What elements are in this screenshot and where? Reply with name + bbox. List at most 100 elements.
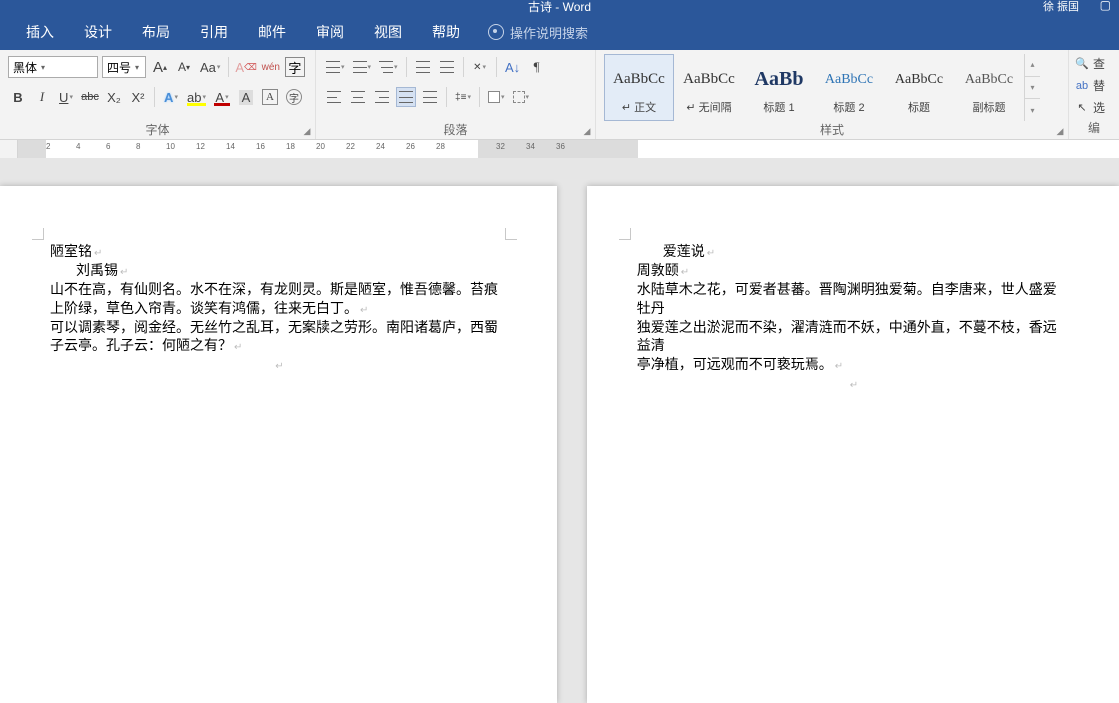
font-dialog-launcher[interactable]: ◢: [301, 125, 313, 137]
change-case-button[interactable]: Aa▾: [198, 57, 222, 77]
asian-layout-button[interactable]: ✕▾: [470, 57, 490, 77]
superscript-button[interactable]: X²: [128, 87, 148, 107]
style-preview-label: AaBbCc: [613, 61, 665, 99]
separator: [463, 57, 464, 77]
text-effects-button[interactable]: A▾: [161, 87, 181, 107]
align-right-button[interactable]: [372, 87, 392, 107]
font-color-button[interactable]: A▾: [212, 87, 232, 107]
margin-corner-icon: [505, 228, 517, 240]
horizontal-ruler[interactable]: 246810121416182022242628323436: [18, 140, 1119, 158]
page-2-content[interactable]: 爱莲说↵ 周敦颐↵ 水陆草木之花，可爱者甚蕃。晋陶渊明独爱菊。自李唐来，世人盛爱…: [637, 244, 1069, 395]
page-1[interactable]: 陋室铭↵ 刘禹锡↵ 山不在高，有仙则名。水不在深，有龙则灵。斯是陋室，惟吾德馨。…: [0, 186, 557, 703]
char-shading-button[interactable]: A: [236, 87, 256, 107]
style-heading-1[interactable]: AaBb 标题 1: [744, 54, 814, 121]
ruler-tick: 28: [436, 142, 445, 151]
expand-gallery-icon[interactable]: ▾: [1025, 99, 1040, 121]
cursor-icon: ↖: [1075, 100, 1089, 114]
ruler-tick: 36: [556, 142, 565, 151]
highlight-button[interactable]: ab▾: [185, 87, 208, 107]
bold-button[interactable]: B: [8, 87, 28, 107]
style-preview-label: AaBb: [755, 61, 804, 99]
ruler-tick: 8: [136, 142, 140, 151]
style-subtitle[interactable]: AaBbCc 副标题: [954, 54, 1024, 121]
tab-help[interactable]: 帮助: [418, 16, 474, 48]
tab-view[interactable]: 视图: [360, 16, 416, 48]
justify-button[interactable]: [396, 87, 416, 107]
align-left-button[interactable]: [324, 87, 344, 107]
scroll-up-icon[interactable]: ▴: [1025, 54, 1040, 77]
line-spacing-button[interactable]: ‡≡▾: [453, 87, 473, 107]
clear-formatting-button[interactable]: A⌫: [235, 57, 256, 77]
select-label: 选: [1093, 99, 1105, 116]
group-label-font: 字体: [8, 121, 307, 137]
tab-insert[interactable]: 插入: [12, 16, 68, 48]
subscript-button[interactable]: X₂: [104, 87, 124, 107]
shrink-font-button[interactable]: A▾: [174, 57, 194, 77]
borders-button[interactable]: ▾: [511, 87, 532, 107]
window-controls[interactable]: ▢: [1100, 0, 1111, 12]
style-normal[interactable]: AaBbCc ↵ 正文: [604, 54, 674, 121]
ruler-tick: 10: [166, 142, 175, 151]
align-center-button[interactable]: [348, 87, 368, 107]
doc1-author: 刘禹锡: [76, 264, 118, 279]
grow-font-button[interactable]: A▴: [150, 57, 170, 77]
paragraph-mark-icon: ↵: [275, 361, 283, 372]
style-heading-2[interactable]: AaBbCc 标题 2: [814, 54, 884, 121]
ruler-tick: 16: [256, 142, 265, 151]
ruler-tick: 34: [526, 142, 535, 151]
scroll-down-icon[interactable]: ▾: [1025, 77, 1040, 100]
increase-indent-button[interactable]: [437, 57, 457, 77]
ruler-tick: 26: [406, 142, 415, 151]
styles-dialog-launcher[interactable]: ◢: [1054, 125, 1066, 137]
italic-button[interactable]: I: [32, 87, 52, 107]
select-button[interactable]: ↖选: [1071, 97, 1117, 117]
paragraph-mark-icon: ↵: [234, 342, 242, 353]
tell-me-search[interactable]: 操作说明搜索: [476, 17, 600, 48]
style-title[interactable]: AaBbCc 标题: [884, 54, 954, 121]
shading-button[interactable]: ▾: [486, 87, 507, 107]
tab-design[interactable]: 设计: [70, 16, 126, 48]
style-preview-label: AaBbCc: [825, 61, 873, 99]
tab-review[interactable]: 审阅: [302, 16, 358, 48]
enclose-char-button[interactable]: 字: [284, 87, 304, 107]
ruler-tick: 20: [316, 142, 325, 151]
tab-references[interactable]: 引用: [186, 16, 242, 48]
enclose-characters-button[interactable]: 字: [285, 57, 305, 77]
paragraph-mark-icon: ↵: [707, 248, 715, 259]
style-no-spacing[interactable]: AaBbCc ↵ 无间隔: [674, 54, 744, 121]
paragraph-mark-icon: ↵: [94, 248, 102, 259]
numbering-button[interactable]: ▾: [351, 57, 374, 77]
doc2-author: 周敦颐: [637, 264, 679, 279]
replace-button[interactable]: ab替: [1071, 76, 1117, 96]
replace-label: 替: [1093, 77, 1105, 94]
font-size-combo[interactable]: 四号▾: [102, 56, 146, 78]
show-marks-button[interactable]: ¶: [527, 57, 547, 77]
phonetic-guide-button[interactable]: wén: [261, 57, 281, 77]
styles-gallery: AaBbCc ↵ 正文 AaBbCc ↵ 无间隔 AaBb 标题 1 AaBbC…: [604, 54, 1060, 121]
page-2[interactable]: 爱莲说↵ 周敦颐↵ 水陆草木之花，可爱者甚蕃。晋陶渊明独爱菊。自李唐来，世人盛爱…: [587, 186, 1119, 703]
font-name-combo[interactable]: 黑体▾: [8, 56, 98, 78]
multilevel-list-button[interactable]: ▾: [377, 57, 400, 77]
doc1-title: 陋室铭: [50, 245, 92, 260]
ribbon: 黑体▾ 四号▾ A▴ A▾ Aa▾ A⌫ wén 字 B I U▾ abc X₂…: [0, 50, 1119, 140]
style-name-label: 标题: [908, 99, 930, 115]
sort-button[interactable]: A↓: [503, 57, 523, 77]
tab-mailings[interactable]: 邮件: [244, 16, 300, 48]
group-font: 黑体▾ 四号▾ A▴ A▾ Aa▾ A⌫ wén 字 B I U▾ abc X₂…: [0, 50, 316, 139]
ruler-tick: 18: [286, 142, 295, 151]
underline-button[interactable]: U▾: [56, 87, 76, 107]
find-button[interactable]: 🔍查: [1071, 54, 1117, 74]
char-border-button[interactable]: A: [260, 87, 280, 107]
strikethrough-button[interactable]: abc: [80, 87, 100, 107]
styles-scroll[interactable]: ▴ ▾ ▾: [1024, 54, 1040, 121]
document-title: 古诗 - Word: [528, 0, 591, 15]
page-1-content[interactable]: 陋室铭↵ 刘禹锡↵ 山不在高，有仙则名。水不在深，有龙则灵。斯是陋室，惟吾德馨。…: [50, 244, 507, 376]
distributed-button[interactable]: [420, 87, 440, 107]
tab-layout[interactable]: 布局: [128, 16, 184, 48]
ruler-corner[interactable]: [0, 140, 18, 158]
paragraph-dialog-launcher[interactable]: ◢: [581, 125, 593, 137]
paragraph-mark-icon: ↵: [681, 267, 689, 278]
bullets-button[interactable]: ▾: [324, 57, 347, 77]
doc2-title: 爱莲说: [663, 245, 705, 260]
decrease-indent-button[interactable]: [413, 57, 433, 77]
